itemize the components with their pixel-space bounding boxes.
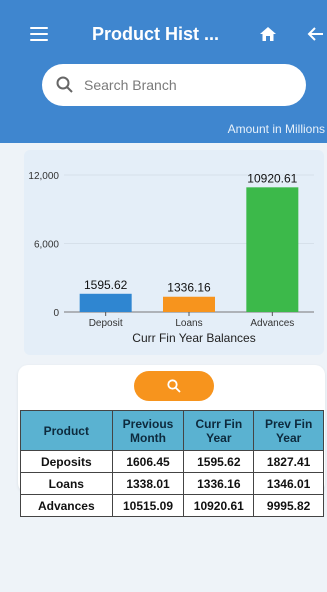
table-cell: 1336.16 <box>183 472 255 495</box>
y-tick-label: 6,000 <box>34 240 59 251</box>
bar <box>163 296 215 312</box>
column-header: Prev Fin Year <box>253 410 324 451</box>
x-tick-label: Loans <box>175 318 202 329</box>
table-cell: 10515.09 <box>111 494 185 517</box>
search-input[interactable] <box>84 64 294 106</box>
column-header: Previous Month <box>111 410 185 451</box>
y-tick-label: 0 <box>53 308 59 319</box>
home-icon[interactable] <box>259 26 277 42</box>
table-row: Deposits 1606.45 1595.62 1827.41 <box>20 450 324 473</box>
table-cell: Loans <box>20 472 113 495</box>
table-cell: 1338.01 <box>111 472 185 495</box>
app-header: Product Hist ... Amount in Millions <box>0 0 327 143</box>
table-cell: 1606.45 <box>111 450 185 473</box>
column-header: Product <box>20 410 113 451</box>
table-cell: 1595.62 <box>183 450 255 473</box>
x-axis-label: Curr Fin Year Balances <box>132 331 255 345</box>
y-tick-label: 12,000 <box>28 171 59 182</box>
table-header-row: Product Previous Month Curr Fin Year Pre… <box>20 410 324 451</box>
data-label: 1595.62 <box>84 278 128 292</box>
table-cell: 9995.82 <box>253 494 324 517</box>
bar <box>246 187 299 312</box>
balances-bar-chart: 12,000 6,000 0 1595.62 Deposit 1336.16 Loans 10… <box>28 171 314 345</box>
table-row: Loans 1338.01 1336.16 1346.01 <box>20 472 324 495</box>
table-row: Advances 10515.09 10920.61 9995.82 <box>20 494 324 517</box>
x-tick-label: Advances <box>250 318 294 329</box>
page-title: Product Hist ... <box>92 24 220 44</box>
amount-unit-note: Amount in Millions <box>227 122 325 136</box>
data-label: 10920.61 <box>247 171 297 185</box>
search-button[interactable] <box>134 371 214 401</box>
table-cell: 1827.41 <box>253 450 324 473</box>
column-header: Curr Fin Year <box>183 410 255 451</box>
product-history-table: Product Previous Month Curr Fin Year Pre… <box>20 410 324 517</box>
search-bar[interactable] <box>42 64 306 106</box>
table-cell: 1346.01 <box>253 472 324 495</box>
data-label: 1336.16 <box>167 281 211 295</box>
bar <box>79 293 132 312</box>
x-tick-label: Deposit <box>89 318 123 329</box>
table-cell: 10920.61 <box>183 494 255 517</box>
search-icon <box>56 76 73 93</box>
back-arrow-icon[interactable] <box>307 26 325 42</box>
balances-chart-card: 12,000 6,000 0 1595.62 Deposit 1336.16 Loans 10… <box>24 150 324 355</box>
hamburger-menu-icon[interactable] <box>30 27 48 41</box>
table-cell: Advances <box>20 494 113 517</box>
table-cell: Deposits <box>20 450 113 473</box>
search-icon <box>167 379 181 393</box>
